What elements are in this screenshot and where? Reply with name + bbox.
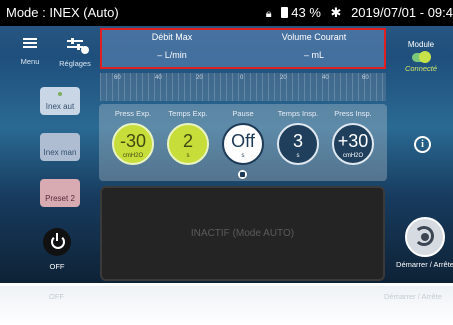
debit-label: Débit Max [151,32,193,42]
debit-max: Débit Max ‒ L/min [102,32,242,60]
knob-value: +30 [337,131,369,151]
ruler-number: 60 [362,75,369,81]
pause-knob[interactable]: Off s [222,123,264,165]
module-label: Module [407,40,435,49]
screen-reflection: OFF Démarrer / Arrête [0,286,453,325]
param-press-insp: Press Insp. +30 cmH2O [328,109,378,165]
ruler-number: 0 [240,75,244,81]
knob-unit: cmH2O [122,153,144,159]
menu-button[interactable]: Menu [6,36,54,70]
temps-insp-knob[interactable]: 3 s [277,123,319,165]
press-exp-knob[interactable]: -30 cmH2O [112,123,154,165]
knob-unit: s [241,153,245,159]
sidebar-item-label: Inex aut [45,102,75,111]
sidebar-item-inex-auto[interactable]: Inex aut [40,87,80,115]
press-insp-knob[interactable]: +30 cmH2O [332,123,374,165]
dash-icon: ‒ [303,50,309,60]
reflection-start: Démarrer / Arrête [384,292,442,301]
ruler-number: 40 [155,75,162,81]
battery-level: 43 % [291,5,321,20]
module-status: Module Connecté [397,40,445,73]
flow-volume-panel: Débit Max ‒ L/min Volume Courant ‒ mL [100,28,386,69]
sidebar-item-label: Preset 2 [45,194,75,203]
debit-unit: L/min [164,50,187,60]
module-toggle[interactable] [412,51,431,63]
ruler-number: 40 [322,75,329,81]
app-screen: Mode : INEX (Auto) 🔒︎ 43 % ✱ 2019/07/01 … [0,0,453,283]
sidebar-item-preset-2[interactable]: Preset 2 [40,179,80,207]
dash-icon: ‒ [157,50,163,60]
param-label: Pause [232,109,254,118]
volume-courant: Volume Courant ‒ mL [244,32,384,60]
knob-value: Off [231,131,255,151]
param-label: Temps Exp. [168,109,208,118]
mode-title: Mode : INEX (Auto) [6,5,119,20]
param-label: Press Exp. [114,109,152,118]
param-press-exp: Press Exp. -30 cmH2O [108,109,158,165]
menu-label: Menu [20,57,40,66]
reglages-label: Réglages [59,59,91,68]
volume-unit: mL [311,50,325,60]
datetime: 2019/07/01 - 09:4 [351,5,453,20]
left-toolbar: Menu Réglages [0,30,98,70]
info-icon[interactable]: i [414,136,431,153]
display-status: INACTIF (Mode AUTO) [190,228,295,239]
volume-label: Volume Courant [281,32,347,42]
module-connected: Connecté [404,64,438,73]
reflection-off: OFF [49,292,64,301]
status-bar: Mode : INEX (Auto) 🔒︎ 43 % ✱ 2019/07/01 … [0,0,453,26]
param-label: Press Insp. [334,109,372,118]
knob-value: 2 [182,131,193,151]
status-right: 🔒︎ 43 % ✱ 2019/07/01 - 09:4 [260,5,453,21]
param-label: Temps Insp. [277,109,319,118]
start-stop-label: Démarrer / Arrête [396,260,453,269]
sliders-icon [67,38,89,54]
active-dot [58,92,62,96]
waveform-display: INACTIF (Mode AUTO) [100,186,385,281]
temps-exp-knob[interactable]: 2 s [167,123,209,165]
pressure-ruler: 60 40 20 0 20 40 60 [100,73,386,101]
param-pause: Pause Off s [218,109,268,165]
param-temps-insp: Temps Insp. 3 s [273,109,323,165]
lock-icon: 🔒︎ [265,8,272,20]
ruler-number: 20 [196,75,203,81]
menu-icon [23,38,37,48]
ruler-number: 20 [280,75,287,81]
bluetooth-icon: ✱ [330,5,342,20]
power-button[interactable] [43,228,71,256]
sidebar-item-label: Inex man [43,148,77,157]
reglages-button[interactable]: Réglages [52,36,98,70]
knob-value: -30 [119,131,146,151]
knob-unit: s [186,153,190,159]
knob-value: 3 [292,131,303,151]
battery-icon [281,7,289,18]
lock-icon [238,170,247,179]
lock-badge-icon [81,46,89,54]
sidebar-item-inex-man[interactable]: Inex man [40,133,80,161]
knob-unit: s [296,153,300,159]
knob-unit: cmH2O [342,153,364,159]
param-temps-exp: Temps Exp. 2 s [163,109,213,165]
ruler-number: 60 [114,75,121,81]
start-stop-button[interactable] [405,217,445,257]
power-label: OFF [49,262,65,271]
